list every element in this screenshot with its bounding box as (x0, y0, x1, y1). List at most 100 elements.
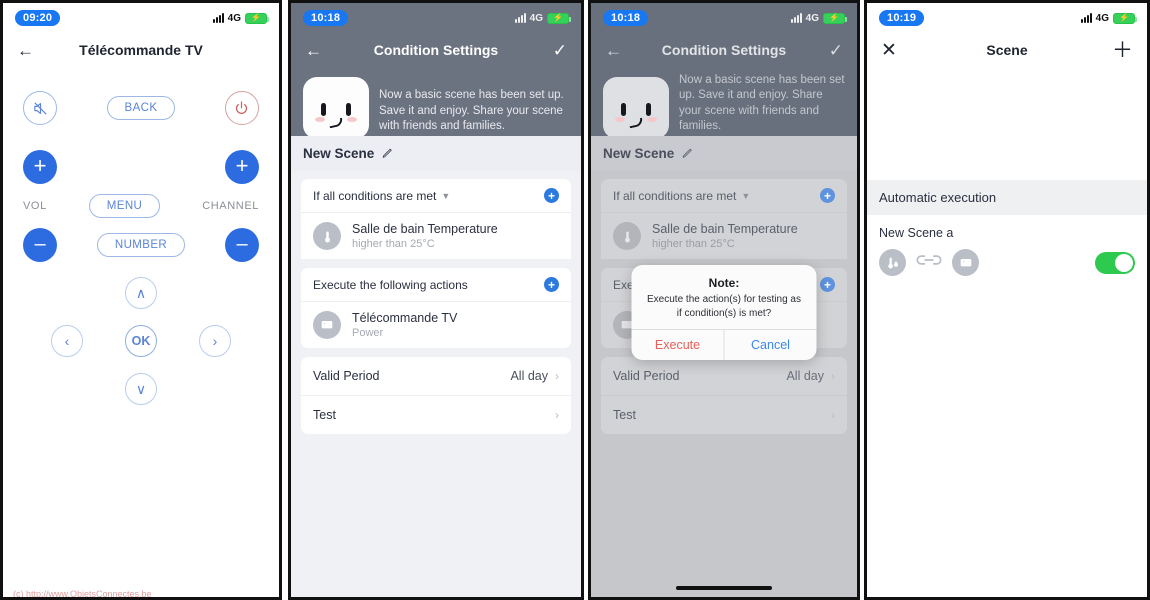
check-icon[interactable]: ✓ (829, 42, 843, 59)
chevron-right-icon: › (212, 333, 218, 349)
add-action-button[interactable]: + (544, 277, 559, 292)
status-clock: 10:18 (603, 10, 649, 26)
battery-icon: ⚡ (1113, 12, 1137, 24)
cancel-button[interactable]: Cancel (725, 330, 817, 360)
condition-item-text: Salle de bain Temperature higher than 25… (652, 222, 798, 250)
menu-button[interactable]: MENU (88, 194, 161, 218)
condition-header-area: 10:18 4G ⚡ ← Condition Settings ✓ Now a (591, 3, 857, 139)
scene-list-body: Automatic execution New Scene a (867, 180, 1147, 597)
dialog-title: Note: (708, 276, 740, 290)
remote-row-minus: – NUMBER – (23, 228, 259, 262)
page-title: Télécommande TV (79, 42, 203, 58)
valid-period-row[interactable]: Valid Period All day › (301, 357, 571, 396)
chevron-right-icon: › (555, 408, 559, 422)
mascot-avatar (303, 77, 369, 139)
condition-item-text: Salle de bain Temperature higher than 25… (352, 222, 498, 250)
actions-header-row[interactable]: Execute the following actions + (301, 268, 571, 302)
scene-name-label: New Scene (603, 146, 675, 161)
mascot-blurb-row: Now a basic scene has been set up. Save … (291, 67, 581, 139)
arrow-left-icon[interactable]: ← (305, 42, 322, 59)
dpad-right-button[interactable]: › (199, 325, 231, 357)
actions-card: Execute the following actions + Télécomm… (301, 268, 571, 348)
battery-icon: ⚡ (823, 12, 847, 24)
chevron-right-icon: › (831, 408, 835, 422)
nav-bar: ← Condition Settings ✓ (291, 33, 581, 67)
conditions-header-row[interactable]: If all conditions are met ▼ + (601, 179, 847, 213)
condition-item[interactable]: Salle de bain Temperature higher than 25… (301, 213, 571, 259)
number-button[interactable]: NUMBER (96, 233, 186, 257)
dpad-up-button[interactable]: ∧ (125, 277, 157, 309)
volume-down-button[interactable]: – (23, 228, 57, 262)
action-item[interactable]: Télécommande TV Power (301, 302, 571, 348)
execute-button[interactable]: Execute (632, 330, 725, 360)
condition-item-title: Salle de bain Temperature (352, 222, 498, 236)
thermometer-humidity-icon (879, 249, 906, 276)
remote-row-plus: + + (23, 150, 259, 184)
conditions-card: If all conditions are met ▼ + Salle de b… (301, 179, 571, 259)
pencil-icon[interactable] (681, 147, 694, 160)
condition-item-title: Salle de bain Temperature (652, 222, 798, 236)
network-label: 4G (805, 12, 819, 24)
dpad-ok-button[interactable]: OK (125, 325, 157, 357)
add-condition-button[interactable]: + (820, 188, 835, 203)
dpad-left-button[interactable]: ‹ (51, 325, 83, 357)
add-action-button[interactable]: + (820, 277, 835, 292)
condition-body: New Scene If all conditions are met ▼ + (291, 136, 581, 597)
channel-up-button[interactable]: + (225, 150, 259, 184)
pencil-icon[interactable] (381, 147, 394, 160)
chevron-down-icon[interactable]: ▼ (741, 191, 750, 201)
mute-button[interactable] (23, 91, 57, 125)
scene-name-bar[interactable]: New Scene (591, 136, 857, 171)
dpad-down-button[interactable]: ∨ (125, 373, 157, 405)
check-icon[interactable]: ✓ (553, 42, 567, 59)
condition-item[interactable]: Salle de bain Temperature higher than 25… (601, 213, 847, 259)
valid-period-value: All day (786, 369, 824, 383)
scene-name-bar[interactable]: New Scene (291, 136, 581, 171)
test-row[interactable]: Test › (601, 396, 847, 434)
channel-down-button[interactable]: – (225, 228, 259, 262)
nav-bar: ✕ Scene ＋ (867, 33, 1147, 67)
chevron-up-icon: ∧ (135, 284, 147, 301)
status-bar: 10:18 4G ⚡ (291, 3, 581, 33)
add-condition-button[interactable]: + (544, 188, 559, 203)
chevron-right-icon: › (831, 369, 835, 383)
scene-item-icons (879, 249, 1135, 276)
arrow-left-icon[interactable]: ← (605, 42, 622, 59)
test-row[interactable]: Test › (301, 396, 571, 434)
back-button[interactable]: BACK (106, 96, 176, 120)
condition-item-sub: higher than 25°C (652, 238, 735, 250)
remote-row-top: BACK (23, 91, 259, 125)
dpad-down-row: ∨ (23, 373, 259, 405)
chevron-down-icon[interactable]: ▼ (441, 191, 450, 201)
test-label: Test (313, 408, 336, 422)
scene-item-name: New Scene a (879, 226, 954, 240)
ok-label: OK (131, 334, 151, 348)
signal-bars-icon (1080, 13, 1092, 23)
action-item-title: Télécommande TV (352, 311, 458, 325)
plus-icon[interactable]: ＋ (1112, 40, 1133, 61)
intro-blurb: Now a basic scene has been set up. Save … (679, 73, 845, 133)
dpad-middle-row: ‹ OK › (23, 325, 259, 357)
arrow-left-icon[interactable]: ← (17, 42, 34, 59)
valid-period-row[interactable]: Valid Period All day › (601, 357, 847, 396)
valid-period-label: Valid Period (313, 369, 380, 383)
network-label: 4G (227, 12, 241, 24)
scene-list-item[interactable]: New Scene a (867, 215, 1147, 289)
vol-label: VOL (23, 200, 47, 212)
thermometer-icon (613, 222, 641, 250)
conditions-header-row[interactable]: If all conditions are met ▼ + (301, 179, 571, 213)
conditions-header-label: If all conditions are met (313, 188, 437, 203)
close-icon[interactable]: ✕ (881, 41, 897, 60)
volume-up-button[interactable]: + (23, 150, 57, 184)
mascot-blurb-row: Now a basic scene has been set up. Save … (591, 67, 857, 139)
power-icon (236, 101, 248, 114)
chevron-left-icon: ‹ (64, 333, 70, 349)
network-label: 4G (529, 12, 543, 24)
condition-item-sub: higher than 25°C (352, 238, 435, 250)
power-button[interactable] (224, 91, 259, 125)
condition-body: New Scene If all conditions are met ▼ + (591, 136, 857, 597)
scene-enable-toggle[interactable] (1095, 251, 1135, 274)
status-indicators: 4G ⚡ (1080, 12, 1137, 24)
settings-card: Valid Period All day › Test › (601, 357, 847, 434)
network-label: 4G (1095, 12, 1109, 24)
